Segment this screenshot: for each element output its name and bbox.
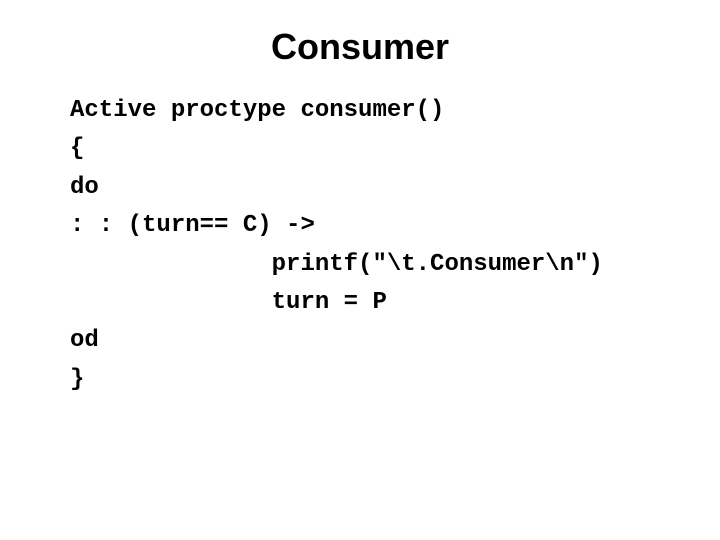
code-line: printf("\t.Consumer\n"): [70, 251, 603, 278]
code-line: {: [70, 135, 84, 162]
code-line: od: [70, 327, 99, 354]
slide-title: Consumer: [0, 0, 720, 92]
code-line: do: [70, 174, 99, 201]
code-line: turn = P: [70, 289, 387, 316]
code-line: : : (turn== C) ->: [70, 212, 315, 239]
code-line: }: [70, 366, 84, 393]
code-block: Active proctype consumer() { do : : (tur…: [0, 92, 720, 399]
code-line: Active proctype consumer(): [70, 97, 444, 124]
slide: Consumer Active proctype consumer() { do…: [0, 0, 720, 540]
